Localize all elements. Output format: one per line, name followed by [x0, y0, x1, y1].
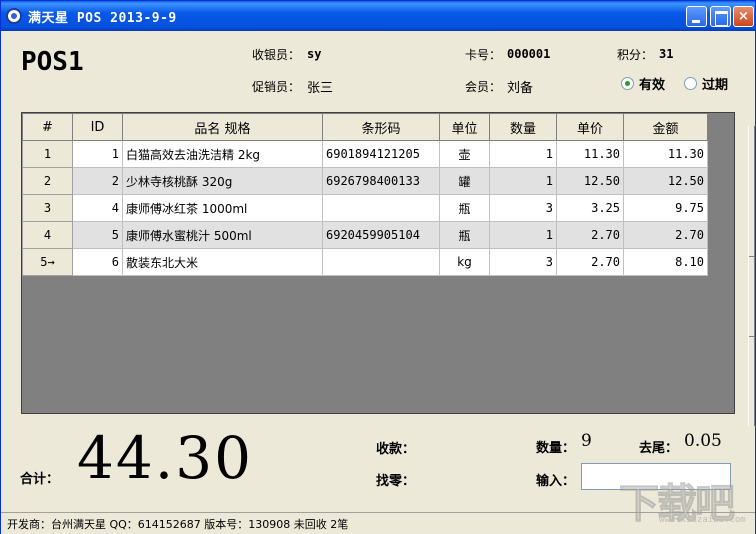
cell-id[interactable]: 6 — [72, 248, 123, 276]
cell-barcode[interactable]: 6920459905104 — [322, 221, 440, 249]
table-row-current[interactable]: 5→ 6 散装东北大米 kg 3 2.70 8.10 — [22, 248, 708, 276]
minimize-button[interactable] — [686, 6, 707, 27]
col-header-id[interactable]: ID — [72, 113, 123, 141]
cell-unit[interactable]: kg — [439, 248, 490, 276]
pos-window: 满天星 POS 2013-9-9 × POS1 收银员： sy 卡号： 0000… — [0, 0, 756, 534]
barcode-input[interactable] — [581, 463, 731, 490]
expired-radio[interactable] — [684, 77, 697, 90]
cell-unit[interactable]: 瓶 — [439, 221, 490, 249]
member-value: 刘备 — [507, 81, 534, 96]
close-button[interactable]: × — [733, 6, 754, 27]
quantity-label: 数量： — [536, 441, 576, 456]
cell-qty[interactable]: 1 — [489, 221, 557, 249]
maximize-button[interactable] — [710, 6, 731, 27]
col-header-unit[interactable]: 单位 — [439, 113, 490, 141]
cell-amount[interactable]: 12.50 — [623, 167, 708, 195]
rounding-label: 去尾： — [639, 441, 679, 456]
title-bar[interactable]: 满天星 POS 2013-9-9 × — [1, 1, 755, 31]
cell-price[interactable]: 11.30 — [556, 140, 624, 168]
received-label: 收款： — [376, 442, 416, 457]
cell-id[interactable]: 2 — [72, 167, 123, 195]
row-number: 1 — [22, 140, 73, 168]
cell-price[interactable]: 12.50 — [556, 167, 624, 195]
quantity-value: 9 — [581, 431, 592, 451]
cell-name[interactable]: 散装东北大米 — [122, 248, 323, 276]
col-header-qty[interactable]: 数量 — [489, 113, 557, 141]
promoter-label: 促销员： — [252, 80, 301, 94]
cashier-value: sy — [307, 47, 322, 61]
cell-barcode[interactable] — [322, 194, 440, 222]
member-label: 会员： — [465, 80, 502, 94]
cell-price[interactable]: 3.25 — [556, 194, 624, 222]
sales-grid[interactable]: # ID 品名 规格 条形码 单位 数量 单价 金额 1 1 白猫高效去油洗洁精… — [21, 112, 735, 414]
row-number: 2 — [22, 167, 73, 195]
promoter-value: 张三 — [307, 81, 334, 96]
cell-unit[interactable]: 壶 — [439, 140, 490, 168]
cell-name[interactable]: 少林寺核桃酥 320g — [122, 167, 323, 195]
cell-unit[interactable]: 罐 — [439, 167, 490, 195]
cell-price[interactable]: 2.70 — [556, 248, 624, 276]
valid-radio-label[interactable]: 有效 — [639, 74, 665, 93]
status-bar: 开发商：台州满天星 QQ：614152687 版本号：130908 未回收 2笔 — [1, 512, 755, 534]
col-header-barcode[interactable]: 条形码 — [322, 113, 440, 141]
expired-radio-label[interactable]: 过期 — [702, 74, 728, 93]
cell-id[interactable]: 4 — [72, 194, 123, 222]
col-header-price[interactable]: 单价 — [556, 113, 624, 141]
col-header-name[interactable]: 品名 规格 — [122, 113, 323, 141]
right-edge-scrollbar[interactable] — [748, 126, 755, 426]
cell-amount[interactable]: 8.10 — [623, 248, 708, 276]
window-title: 满天星 POS 2013-9-9 — [28, 11, 177, 26]
cashier-label: 收银员： — [252, 48, 301, 62]
cell-id[interactable]: 5 — [72, 221, 123, 249]
cell-name[interactable]: 白猫高效去油洗洁精 2kg — [122, 140, 323, 168]
cell-amount[interactable]: 2.70 — [623, 221, 708, 249]
total-label: 合计： — [20, 472, 60, 487]
card-label: 卡号： — [465, 48, 502, 62]
app-icon[interactable] — [6, 8, 22, 24]
change-label: 找零： — [376, 474, 416, 489]
cell-qty[interactable]: 1 — [489, 140, 557, 168]
card-value: 000001 — [507, 47, 551, 61]
cell-qty[interactable]: 3 — [489, 194, 557, 222]
cell-amount[interactable]: 11.30 — [623, 140, 708, 168]
cell-unit[interactable]: 瓶 — [439, 194, 490, 222]
pos-terminal-name: POS1 — [21, 47, 84, 77]
points-label: 积分： — [617, 48, 654, 62]
row-number: 5→ — [22, 248, 73, 276]
sales-table: # ID 品名 规格 条形码 单位 数量 单价 金额 1 1 白猫高效去油洗洁精… — [22, 113, 708, 276]
total-value: 44.30 — [77, 424, 254, 492]
cell-name[interactable]: 康师傅水蜜桃汁 500ml — [122, 221, 323, 249]
col-header-amount[interactable]: 金额 — [623, 113, 708, 141]
table-header-row: # ID 品名 规格 条形码 单位 数量 单价 金额 — [22, 113, 708, 141]
cell-id[interactable]: 1 — [72, 140, 123, 168]
rounding-value: 0.05 — [684, 431, 722, 451]
cell-barcode[interactable] — [322, 248, 440, 276]
table-row[interactable]: 4 5 康师傅水蜜桃汁 500ml 6920459905104 瓶 1 2.70… — [22, 221, 708, 249]
cell-amount[interactable]: 9.75 — [623, 194, 708, 222]
table-row[interactable]: 2 2 少林寺核桃酥 320g 6926798400133 罐 1 12.50 … — [22, 167, 708, 195]
input-label: 输入： — [536, 474, 576, 489]
col-header-rownum[interactable]: # — [22, 113, 73, 141]
cell-name[interactable]: 康师傅冰红茶 1000ml — [122, 194, 323, 222]
cell-barcode[interactable]: 6901894121205 — [322, 140, 440, 168]
cell-price[interactable]: 2.70 — [556, 221, 624, 249]
table-row[interactable]: 3 4 康师傅冰红茶 1000ml 瓶 3 3.25 9.75 — [22, 194, 708, 222]
valid-radio[interactable] — [621, 77, 634, 90]
cell-qty[interactable]: 3 — [489, 248, 557, 276]
cell-barcode[interactable]: 6926798400133 — [322, 167, 440, 195]
row-number: 3 — [22, 194, 73, 222]
close-icon: × — [738, 9, 749, 24]
points-value: 31 — [659, 47, 674, 61]
table-row[interactable]: 1 1 白猫高效去油洗洁精 2kg 6901894121205 壶 1 11.3… — [22, 140, 708, 168]
status-text: 开发商：台州满天星 QQ：614152687 版本号：130908 未回收 2笔 — [7, 518, 349, 531]
cell-qty[interactable]: 1 — [489, 167, 557, 195]
row-number: 4 — [22, 221, 73, 249]
